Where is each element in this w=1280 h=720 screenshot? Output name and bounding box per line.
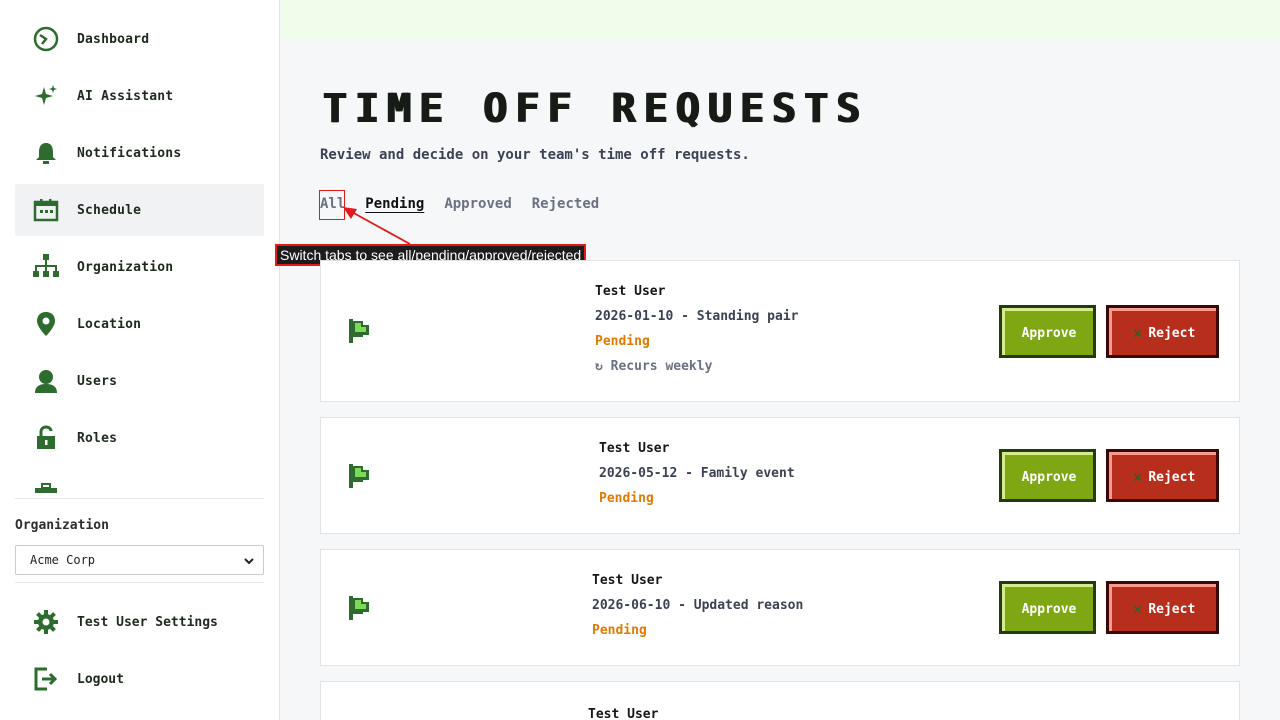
- logout-icon: [30, 663, 62, 695]
- flag-icon: [349, 464, 371, 492]
- recurrence-label: ↻ Recurs weekly: [595, 359, 713, 374]
- dashboard-icon: [30, 23, 62, 55]
- sparkle-icon: [30, 80, 62, 112]
- logout-link[interactable]: Logout: [30, 663, 124, 695]
- sidebar-item-location[interactable]: Location: [15, 298, 264, 350]
- reject-button[interactable]: ✕ Reject: [1106, 581, 1219, 634]
- bell-icon: [30, 137, 62, 169]
- approve-button[interactable]: Approve: [999, 581, 1096, 634]
- requester-name: Test User: [595, 284, 666, 299]
- org-chart-icon: [30, 251, 62, 283]
- close-icon: ✕: [1132, 599, 1143, 618]
- user-settings-link[interactable]: Test User Settings: [30, 606, 218, 638]
- status-badge: Pending: [599, 491, 654, 506]
- request-card: Test User 2026-01-10 - Standing pair Pen…: [320, 260, 1240, 402]
- request-detail: 2026-01-10 - Standing pair: [595, 309, 799, 324]
- organization-select[interactable]: Acme Corp: [15, 545, 264, 575]
- request-card: Test User 2026-05-12 - Family event Pend…: [320, 417, 1240, 534]
- sidebar-item-roles[interactable]: Roles: [15, 412, 264, 464]
- lock-icon: [30, 422, 62, 454]
- requester-name: Test User: [592, 573, 663, 588]
- request-card: Test User: [320, 681, 1240, 720]
- tab-rejected[interactable]: Rejected: [532, 196, 599, 212]
- reject-label: Reject: [1148, 601, 1196, 617]
- request-detail: 2026-05-12 - Family event: [599, 466, 795, 481]
- tab-approved[interactable]: Approved: [444, 196, 511, 212]
- approve-button[interactable]: Approve: [999, 449, 1096, 502]
- reject-label: Reject: [1148, 325, 1196, 341]
- user-settings-label: Test User Settings: [77, 614, 218, 630]
- page-subtitle: Review and decide on your team's time of…: [320, 147, 750, 163]
- approve-label: Approve: [1021, 601, 1077, 617]
- sidebar-item-label: Organization: [77, 259, 174, 275]
- request-info: Test User 2026-01-10 - Standing pair Pen…: [595, 284, 799, 384]
- briefcase-icon: [30, 479, 62, 493]
- chevron-down-icon: [243, 555, 255, 570]
- request-info: Test User: [588, 707, 658, 720]
- request-detail: 2026-06-10 - Updated reason: [592, 598, 804, 613]
- flag-icon: [349, 319, 371, 347]
- reject-button[interactable]: ✕ Reject: [1106, 449, 1219, 502]
- flag-icon: [349, 596, 371, 624]
- sidebar-item-more[interactable]: [15, 469, 264, 493]
- organization-label: Organization: [15, 518, 109, 533]
- organization-selected-value: Acme Corp: [30, 553, 96, 567]
- request-card: Test User 2026-06-10 - Updated reason Pe…: [320, 549, 1240, 666]
- divider: [15, 582, 264, 583]
- sidebar-item-label: AI Assistant: [77, 88, 174, 104]
- status-badge: Pending: [595, 334, 650, 349]
- requester-name: Test User: [588, 707, 659, 720]
- sidebar-item-label: Schedule: [77, 202, 142, 218]
- sidebar-item-organization[interactable]: Organization: [15, 241, 264, 293]
- reject-label: Reject: [1148, 469, 1196, 485]
- sidebar-item-dashboard[interactable]: Dashboard: [15, 13, 264, 65]
- sidebar-item-label: Notifications: [77, 145, 182, 161]
- sidebar-item-notifications[interactable]: Notifications: [15, 127, 264, 179]
- close-icon: ✕: [1132, 323, 1143, 342]
- gear-icon: [30, 606, 62, 638]
- sidebar-item-users[interactable]: Users: [15, 355, 264, 407]
- calendar-icon: [30, 194, 62, 226]
- request-info: Test User 2026-05-12 - Family event Pend…: [599, 441, 795, 516]
- logout-label: Logout: [77, 671, 124, 687]
- request-info: Test User 2026-06-10 - Updated reason Pe…: [592, 573, 803, 648]
- divider: [15, 498, 264, 499]
- sidebar-item-schedule[interactable]: Schedule: [15, 184, 264, 236]
- status-badge: Pending: [592, 623, 647, 638]
- approve-label: Approve: [1021, 325, 1077, 341]
- requester-name: Test User: [599, 441, 670, 456]
- sidebar-item-label: Location: [77, 316, 142, 332]
- sidebar-item-label: Dashboard: [77, 31, 150, 47]
- approve-label: Approve: [1021, 469, 1077, 485]
- sidebar-item-label: Roles: [77, 430, 118, 446]
- top-banner: [281, 0, 1280, 40]
- page-title: TIME OFF REQUESTS: [322, 86, 868, 132]
- sidebar: Dashboard AI Assistant Notifications Sch…: [0, 0, 280, 720]
- sidebar-nav: Dashboard AI Assistant Notifications Sch…: [15, 13, 264, 493]
- map-pin-icon: [30, 308, 62, 340]
- user-icon: [30, 365, 62, 397]
- sidebar-item-ai-assistant[interactable]: AI Assistant: [15, 70, 264, 122]
- close-icon: ✕: [1132, 467, 1143, 486]
- reject-button[interactable]: ✕ Reject: [1106, 305, 1219, 358]
- approve-button[interactable]: Approve: [999, 305, 1096, 358]
- sidebar-item-label: Users: [77, 373, 118, 389]
